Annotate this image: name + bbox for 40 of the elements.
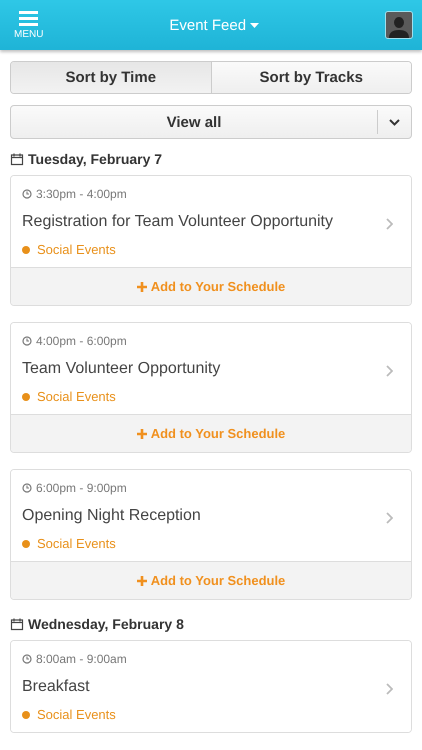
menu-icon xyxy=(19,10,38,26)
event-time: 6:00pm - 9:00pm xyxy=(36,481,127,495)
avatar-button[interactable] xyxy=(384,11,413,39)
clock-icon xyxy=(22,336,32,346)
clock-icon xyxy=(22,189,32,199)
day-heading: Wednesday, February 8 xyxy=(28,616,184,632)
event-title: Team Volunteer Opportunity xyxy=(22,360,220,378)
event-card[interactable]: 6:00pm - 9:00pm Opening Night Reception Social Events Add to Your Schedule xyxy=(10,469,412,600)
chevron-right-icon xyxy=(386,218,393,230)
event-time: 3:30pm - 4:00pm xyxy=(36,187,127,201)
track-label: Social Events xyxy=(37,389,116,404)
event-card[interactable]: 8:00am - 9:00am Breakfast Social Events xyxy=(10,640,412,733)
plus-icon xyxy=(136,282,147,292)
filter-dropdown[interactable]: View all xyxy=(10,105,412,139)
clock-icon xyxy=(22,483,32,493)
filter-value: View all xyxy=(166,114,222,130)
chevron-right-icon xyxy=(386,683,393,695)
calendar-icon xyxy=(10,152,24,166)
event-card[interactable]: 3:30pm - 4:00pm Registration for Team Volunteer Opportunity Social Events Add to Your Schedule xyxy=(10,175,412,306)
event-time: 8:00am - 9:00am xyxy=(36,652,127,666)
track-label: Social Events xyxy=(37,707,116,722)
track-label: Social Events xyxy=(37,242,116,257)
track-label: Social Events xyxy=(37,536,116,551)
day-heading: Tuesday, February 7 xyxy=(28,151,162,167)
plus-icon xyxy=(136,576,147,586)
sort-tab[interactable]: Sort by Tracks xyxy=(210,62,411,93)
avatar-icon xyxy=(386,14,411,38)
clock-icon xyxy=(22,654,32,664)
event-card[interactable]: 4:00pm - 6:00pm Team Volunteer Opportunity Social Events Add to Your Schedule xyxy=(10,322,412,453)
event-title: Opening Night Reception xyxy=(22,507,201,525)
chevron-right-icon xyxy=(386,512,393,524)
event-title: Breakfast xyxy=(22,678,90,696)
chevron-right-icon xyxy=(386,365,393,377)
calendar-icon xyxy=(10,617,24,631)
plus-icon xyxy=(136,428,147,438)
sort-tab[interactable]: Sort by Time xyxy=(11,62,210,93)
event-title: Registration for Team Volunteer Opportunity xyxy=(22,213,333,231)
chevron-down-icon xyxy=(389,118,400,126)
event-time: 4:00pm - 6:00pm xyxy=(36,334,127,348)
caret-down-icon xyxy=(250,22,260,28)
